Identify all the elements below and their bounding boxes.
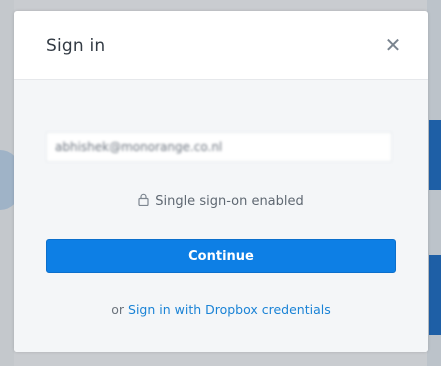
email-field[interactable] — [46, 132, 392, 162]
alt-prefix: or — [111, 302, 125, 317]
alternate-sign-in: or Sign in with Dropbox credentials — [14, 302, 428, 317]
background-right-accent-2 — [429, 255, 441, 335]
sign-in-modal: Sign in ✕ Single sign-on enabled Continu… — [14, 11, 428, 352]
lock-icon — [138, 193, 149, 207]
background-right-accent — [429, 120, 441, 190]
sso-status: Single sign-on enabled — [14, 193, 428, 209]
modal-title: Sign in — [46, 36, 106, 56]
continue-button[interactable]: Continue — [46, 239, 396, 273]
modal-header: Sign in ✕ — [14, 11, 428, 80]
sso-text: Single sign-on enabled — [155, 194, 304, 209]
close-icon[interactable]: ✕ — [384, 33, 402, 57]
dropbox-credentials-link[interactable]: Sign in with Dropbox credentials — [128, 302, 331, 317]
modal-body: Single sign-on enabled Continue or Sign … — [14, 80, 428, 352]
